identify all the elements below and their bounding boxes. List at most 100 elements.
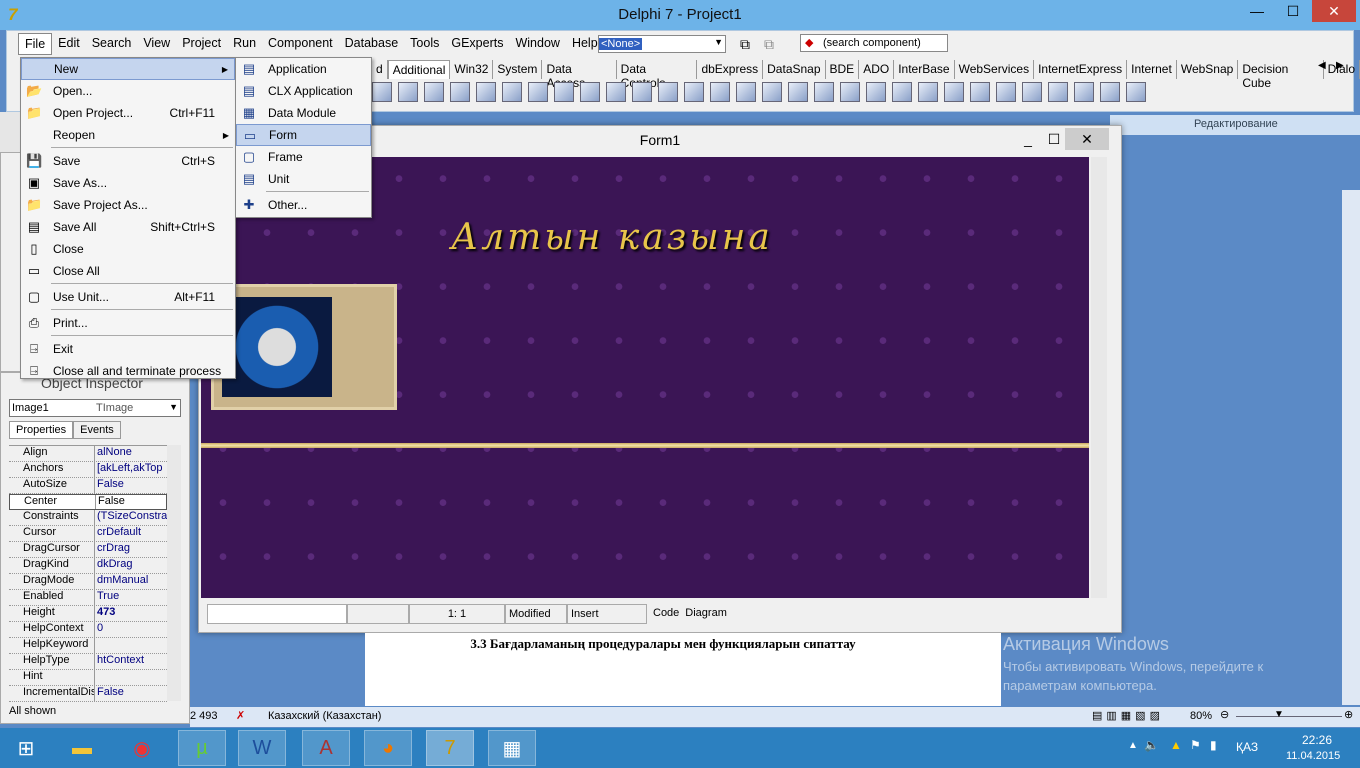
property-value[interactable] — [95, 670, 167, 685]
property-row[interactable]: Constraints (TSizeConstra — [9, 510, 167, 526]
tab-events[interactable]: Events — [73, 421, 121, 439]
palette-tab[interactable]: ADO — [859, 60, 895, 79]
menu-window[interactable]: Window — [509, 33, 565, 55]
file-menu-item[interactable]: ▯ Close — [21, 238, 235, 260]
save-desktop-icon[interactable]: ⧉ — [740, 36, 750, 53]
chrome-icon[interactable]: ◉ — [118, 730, 166, 766]
property-row[interactable]: HelpType htContext — [9, 654, 167, 670]
component-icon[interactable] — [970, 82, 990, 102]
palette-tab[interactable]: InterBase — [894, 60, 955, 79]
component-icon[interactable] — [528, 82, 548, 102]
property-scrollbar[interactable] — [167, 445, 181, 701]
component-icon[interactable] — [450, 82, 470, 102]
component-icon[interactable] — [580, 82, 600, 102]
component-icon[interactable] — [502, 82, 522, 102]
component-icon[interactable] — [372, 82, 392, 102]
file-menu-item[interactable]: Reopen ▶ — [21, 124, 235, 146]
new-submenu-item[interactable]: ▤ Application — [236, 58, 371, 80]
component-icon[interactable] — [1074, 82, 1094, 102]
file-explorer-icon[interactable]: ▬ — [58, 730, 106, 766]
menu-file[interactable]: File — [18, 33, 53, 55]
access-icon[interactable]: A — [302, 730, 350, 766]
component-icon[interactable] — [658, 82, 678, 102]
menu-tools[interactable]: Tools — [404, 33, 445, 55]
property-row[interactable]: Align alNone — [9, 446, 167, 462]
property-row[interactable]: IncrementalDisp False — [9, 686, 167, 702]
property-value[interactable]: False — [95, 478, 167, 493]
property-value[interactable]: crDefault — [95, 526, 167, 541]
property-row[interactable]: Hint — [9, 670, 167, 686]
new-submenu-item[interactable]: ▭ Form — [236, 124, 371, 146]
property-row[interactable]: DragKind dkDrag — [9, 558, 167, 574]
component-icon[interactable] — [788, 82, 808, 102]
zoom-in-icon[interactable]: ⊕ — [1344, 708, 1353, 721]
property-value[interactable]: dmManual — [95, 574, 167, 589]
menu-view[interactable]: View — [137, 33, 176, 55]
palette-tab[interactable]: dbExpress — [697, 60, 764, 79]
zoom-slider[interactable] — [1236, 716, 1342, 717]
palette-tab[interactable]: Additional — [387, 60, 451, 79]
battery-icon[interactable]: ▮ — [1210, 738, 1217, 752]
component-icon[interactable] — [554, 82, 574, 102]
palette-tab[interactable]: System — [493, 60, 543, 79]
word-count[interactable]: 2 493 — [190, 710, 218, 722]
property-value[interactable]: crDrag — [95, 542, 167, 557]
property-value[interactable]: False — [96, 495, 166, 509]
palette-tab[interactable]: WebSnap — [1177, 60, 1239, 79]
component-icon[interactable] — [814, 82, 834, 102]
component-icon[interactable] — [1126, 82, 1146, 102]
property-row[interactable]: DragCursor crDrag — [9, 542, 167, 558]
language-indicator[interactable]: Казахский (Казахстан) — [268, 710, 381, 722]
new-submenu-item[interactable]: ▦ Data Module — [236, 102, 371, 124]
component-icon[interactable] — [918, 82, 938, 102]
file-menu-item[interactable]: ▢ Use Unit... Alt+F11 — [21, 286, 235, 308]
file-menu-item[interactable]: 📂 Open... — [21, 80, 235, 102]
property-value[interactable]: [akLeft,akTop — [95, 462, 167, 477]
new-submenu-item[interactable]: ▤ CLX Application — [236, 80, 371, 102]
property-value[interactable]: 0 — [95, 622, 167, 637]
component-icon[interactable] — [424, 82, 444, 102]
menu-search[interactable]: Search — [86, 33, 138, 55]
menu-component[interactable]: Component — [262, 33, 339, 55]
component-icon[interactable] — [944, 82, 964, 102]
new-submenu-item[interactable]: ✚ Other... — [236, 194, 371, 216]
property-row[interactable]: AutoSize False — [9, 478, 167, 494]
tab-diagram[interactable]: Diagram — [682, 604, 730, 624]
component-icon[interactable] — [684, 82, 704, 102]
search-component-input[interactable]: ◆ (search component) — [800, 34, 948, 52]
set-debug-desktop-icon[interactable]: ⧉ — [764, 36, 774, 53]
property-value[interactable]: 473 — [95, 606, 167, 621]
property-row[interactable]: HelpContext 0 — [9, 622, 167, 638]
component-icon[interactable] — [1022, 82, 1042, 102]
file-menu-item[interactable]: New ▶ — [21, 58, 235, 80]
file-menu-item[interactable]: 📁 Open Project... Ctrl+F11 — [21, 102, 235, 124]
component-icon[interactable] — [736, 82, 756, 102]
firefox-icon[interactable]: ◕ — [364, 730, 412, 766]
menu-run[interactable]: Run — [227, 33, 262, 55]
file-menu-item[interactable]: ⍈ Close all and terminate process — [21, 360, 235, 382]
property-value[interactable]: False — [95, 686, 167, 701]
zoom-out-icon[interactable]: ⊖ — [1220, 708, 1229, 721]
tab-code[interactable]: Code — [647, 604, 682, 624]
zoom-slider-thumb[interactable]: ▼ — [1274, 709, 1284, 720]
file-menu-item[interactable]: ⍈ Exit — [21, 338, 235, 360]
property-row[interactable]: Cursor crDefault — [9, 526, 167, 542]
component-icon[interactable] — [398, 82, 418, 102]
file-menu-item[interactable]: ▭ Close All — [21, 260, 235, 282]
component-icon[interactable] — [866, 82, 886, 102]
palette-tab[interactable]: InternetExpress — [1034, 60, 1128, 79]
object-selector[interactable]: Image1 TImage ▼ — [9, 399, 181, 417]
form-vertical-scrollbar[interactable] — [1091, 157, 1107, 598]
component-icon[interactable] — [606, 82, 626, 102]
property-value[interactable]: htContext — [95, 654, 167, 669]
new-submenu-item[interactable]: ▤ Unit — [236, 168, 371, 190]
editing-group-label[interactable]: Редактирование — [1194, 118, 1278, 130]
component-icon[interactable] — [1048, 82, 1068, 102]
word-vertical-scrollbar[interactable] — [1342, 190, 1360, 705]
minimize-button[interactable]: — — [1240, 0, 1274, 22]
property-value[interactable] — [95, 638, 167, 653]
word-icon[interactable]: W — [238, 730, 286, 766]
palette-scroll-left-icon[interactable]: ◀ — [1318, 60, 1326, 71]
file-menu-item[interactable]: 💾 Save Ctrl+S — [21, 150, 235, 172]
zoom-level[interactable]: 80% — [1190, 710, 1212, 722]
